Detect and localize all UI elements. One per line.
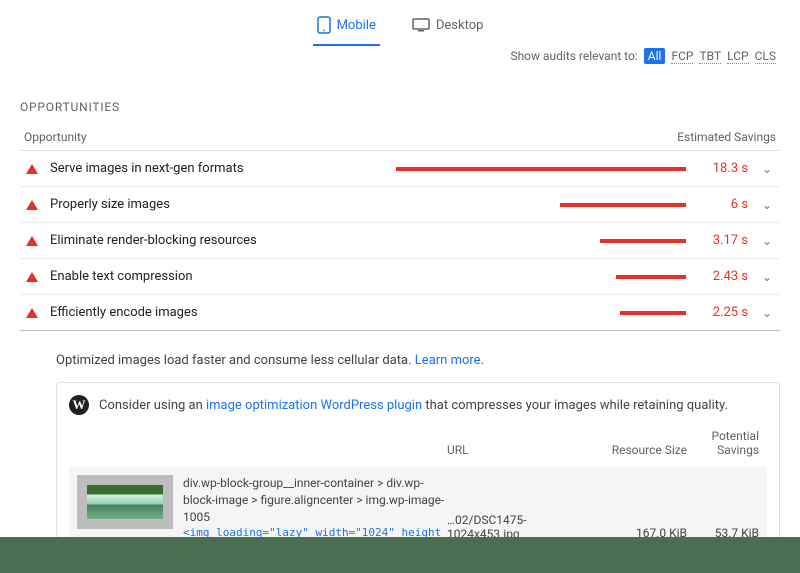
filter-fcp[interactable]: FCP	[671, 49, 693, 64]
learn-more-link[interactable]: Learn more	[415, 353, 481, 368]
savings-bar	[620, 311, 686, 315]
resource-table-header: URL Resource Size Potential Savings	[69, 415, 767, 467]
opportunity-label: Properly size images	[50, 197, 374, 212]
chevron-down-icon: ⌄	[760, 306, 774, 320]
savings-value: 3.17 s	[698, 233, 748, 248]
footer-bar	[0, 537, 800, 573]
col-opportunity: Opportunity	[24, 130, 87, 144]
desktop-icon	[412, 18, 430, 32]
opportunity-label: Efficiently encode images	[50, 305, 374, 320]
chevron-down-icon: ⌄	[760, 198, 774, 212]
filter-label: Show audits relevant to:	[510, 49, 637, 63]
mobile-icon	[317, 16, 331, 34]
audit-filter: Show audits relevant to: All FCP TBT LCP…	[510, 48, 776, 64]
filter-all[interactable]: All	[644, 48, 666, 64]
opportunity-label: Eliminate render-blocking resources	[50, 233, 374, 248]
opportunity-row[interactable]: Efficiently encode images 2.25 s ⌄	[20, 295, 780, 331]
section-title: OPPORTUNITIES	[20, 100, 780, 114]
device-tabs: Mobile Desktop	[0, 0, 800, 46]
savings-value: 2.25 s	[698, 305, 748, 320]
opportunities-header: Opportunity Estimated Savings	[20, 126, 780, 151]
opportunity-description: Optimized images load faster and consume…	[56, 343, 780, 382]
savings-value: 6 s	[698, 197, 748, 212]
opportunity-row[interactable]: Properly size images 6 s ⌄	[20, 187, 780, 223]
filter-lcp[interactable]: LCP	[727, 49, 748, 64]
chevron-down-icon: ⌄	[760, 162, 774, 176]
head-size: Resource Size	[587, 443, 687, 457]
filter-tbt[interactable]: TBT	[699, 49, 721, 64]
opportunity-row[interactable]: Enable text compression 2.43 s ⌄	[20, 259, 780, 295]
savings-bar	[560, 203, 686, 207]
warning-icon	[26, 200, 38, 210]
filter-cls[interactable]: CLS	[755, 49, 776, 64]
head-potential: Potential Savings	[687, 429, 759, 457]
chevron-down-icon: ⌄	[760, 270, 774, 284]
tip-text: Consider using an image optimization Wor…	[99, 398, 728, 413]
savings-value: 18.3 s	[698, 161, 748, 176]
resource-selector: div.wp-block-group__inner-container > di…	[183, 475, 447, 525]
opportunity-row[interactable]: Eliminate render-blocking resources 3.17 …	[20, 223, 780, 259]
opportunity-label: Enable text compression	[50, 269, 374, 284]
tab-desktop-label: Desktop	[436, 18, 484, 33]
col-savings: Estimated Savings	[677, 130, 776, 144]
tab-mobile-label: Mobile	[337, 18, 376, 33]
savings-bar	[616, 275, 686, 279]
warning-icon	[26, 236, 38, 246]
resource-thumbnail	[77, 475, 173, 529]
tip-link[interactable]: image optimization WordPress plugin	[206, 398, 422, 413]
savings-bar	[600, 239, 686, 243]
warning-icon	[26, 308, 38, 318]
opportunity-label: Serve images in next-gen formats	[50, 161, 374, 176]
chevron-down-icon: ⌄	[760, 234, 774, 248]
warning-icon	[26, 164, 38, 174]
tab-mobile[interactable]: Mobile	[313, 10, 380, 46]
savings-bar	[396, 167, 686, 171]
opportunity-row[interactable]: Serve images in next-gen formats 18.3 s ⌄	[20, 151, 780, 187]
wordpress-icon: W	[69, 395, 89, 415]
head-url: URL	[447, 443, 587, 457]
savings-value: 2.43 s	[698, 269, 748, 284]
tab-desktop[interactable]: Desktop	[408, 10, 488, 46]
warning-icon	[26, 272, 38, 282]
